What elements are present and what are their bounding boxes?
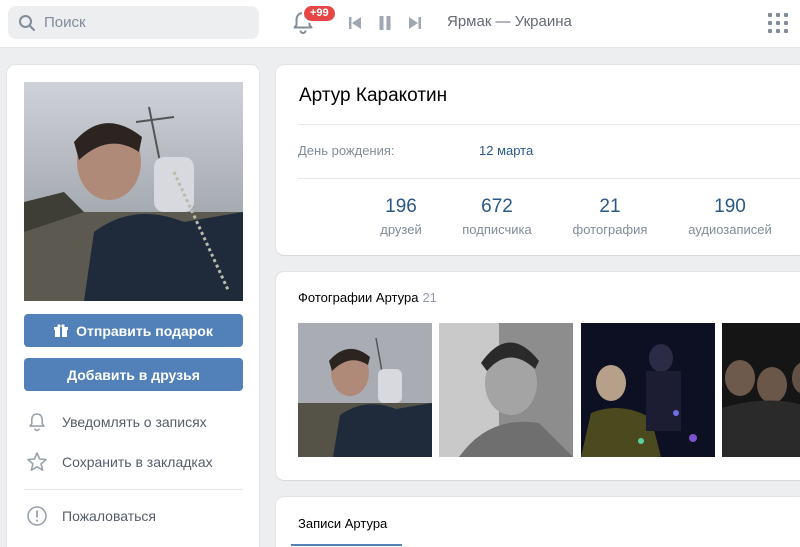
counter-value: 196 — [385, 196, 417, 217]
send-gift-label: Отправить подарок — [76, 322, 213, 339]
profile-sidebar-card: Отправить подарок Добавить в друзья Увед… — [7, 65, 259, 547]
counter-value: 190 — [714, 196, 746, 217]
counter-audio[interactable]: 190 аудиозаписей — [680, 196, 780, 237]
menu-item-label: Пожаловаться — [62, 508, 157, 524]
counter-label: фотография — [572, 222, 648, 237]
sidebar-divider — [24, 489, 243, 490]
search-placeholder: Поиск — [44, 14, 86, 31]
profile-info-card: Артур Каракотин День рождения: 12 марта … — [276, 65, 800, 255]
photo-thumbnail[interactable] — [581, 323, 715, 457]
photo-thumbnail[interactable] — [722, 323, 800, 457]
gift-icon — [54, 323, 69, 337]
photos-header[interactable]: Фотографии Артура 21 — [298, 290, 437, 305]
next-track-button[interactable] — [404, 12, 426, 34]
next-icon — [409, 17, 421, 29]
counter-friends[interactable]: 196 друзей — [376, 196, 426, 237]
tab-wall-posts[interactable]: Записи Артура — [298, 516, 387, 531]
add-friend-label: Добавить в друзья — [67, 366, 200, 383]
photos-count: 21 — [422, 290, 437, 305]
divider — [298, 178, 800, 179]
menu-item-notify[interactable]: Уведомлять о записях — [26, 411, 207, 433]
birthday-value[interactable]: 12 марта — [479, 143, 533, 158]
previous-track-button[interactable] — [344, 12, 366, 34]
counter-label: аудиозаписей — [688, 222, 772, 237]
notifications-badge: +99 — [302, 4, 337, 23]
audio-player-controls — [344, 12, 434, 34]
photo-thumbnail[interactable] — [298, 323, 432, 457]
menu-item-label: Сохранить в закладках — [62, 454, 213, 470]
star-icon — [27, 452, 47, 472]
counter-value: 672 — [481, 196, 513, 217]
previous-icon — [349, 17, 361, 29]
wall-card: Записи Артура — [276, 497, 800, 547]
page-title: Артур Каракотин — [299, 85, 448, 106]
photos-card: Фотографии Артура 21 — [276, 272, 800, 480]
counter-label: друзей — [380, 222, 422, 237]
add-friend-button[interactable]: Добавить в друзья — [24, 358, 243, 391]
send-gift-button[interactable]: Отправить подарок — [24, 314, 243, 347]
photos-title: Фотографии Артура — [298, 290, 419, 305]
counter-followers[interactable]: 672 подписчика — [454, 196, 540, 237]
bell-icon — [29, 413, 45, 432]
search-input[interactable]: Поиск — [8, 6, 259, 39]
counter-photos[interactable]: 21 фотография — [566, 196, 654, 237]
birthday-label: День рождения: — [298, 143, 395, 158]
menu-item-report[interactable]: Пожаловаться — [26, 505, 156, 527]
active-tab-indicator — [291, 544, 402, 546]
counter-value: 21 — [599, 196, 621, 217]
menu-item-label: Уведомлять о записях — [62, 414, 207, 430]
apps-grid-icon[interactable] — [767, 12, 789, 34]
photo-thumbnail[interactable] — [439, 323, 573, 457]
pause-icon — [379, 16, 391, 30]
search-icon — [19, 14, 35, 31]
menu-item-bookmark[interactable]: Сохранить в закладках — [26, 451, 213, 473]
divider — [298, 124, 800, 125]
exclamation-icon — [27, 506, 47, 526]
profile-avatar[interactable] — [24, 82, 243, 301]
pause-button[interactable] — [374, 12, 396, 34]
current-track-title[interactable]: Ярмак — Украина — [447, 13, 572, 30]
top-header: Поиск +99 Ярмак — Украина — [0, 0, 800, 48]
counter-label: подписчика — [462, 222, 532, 237]
